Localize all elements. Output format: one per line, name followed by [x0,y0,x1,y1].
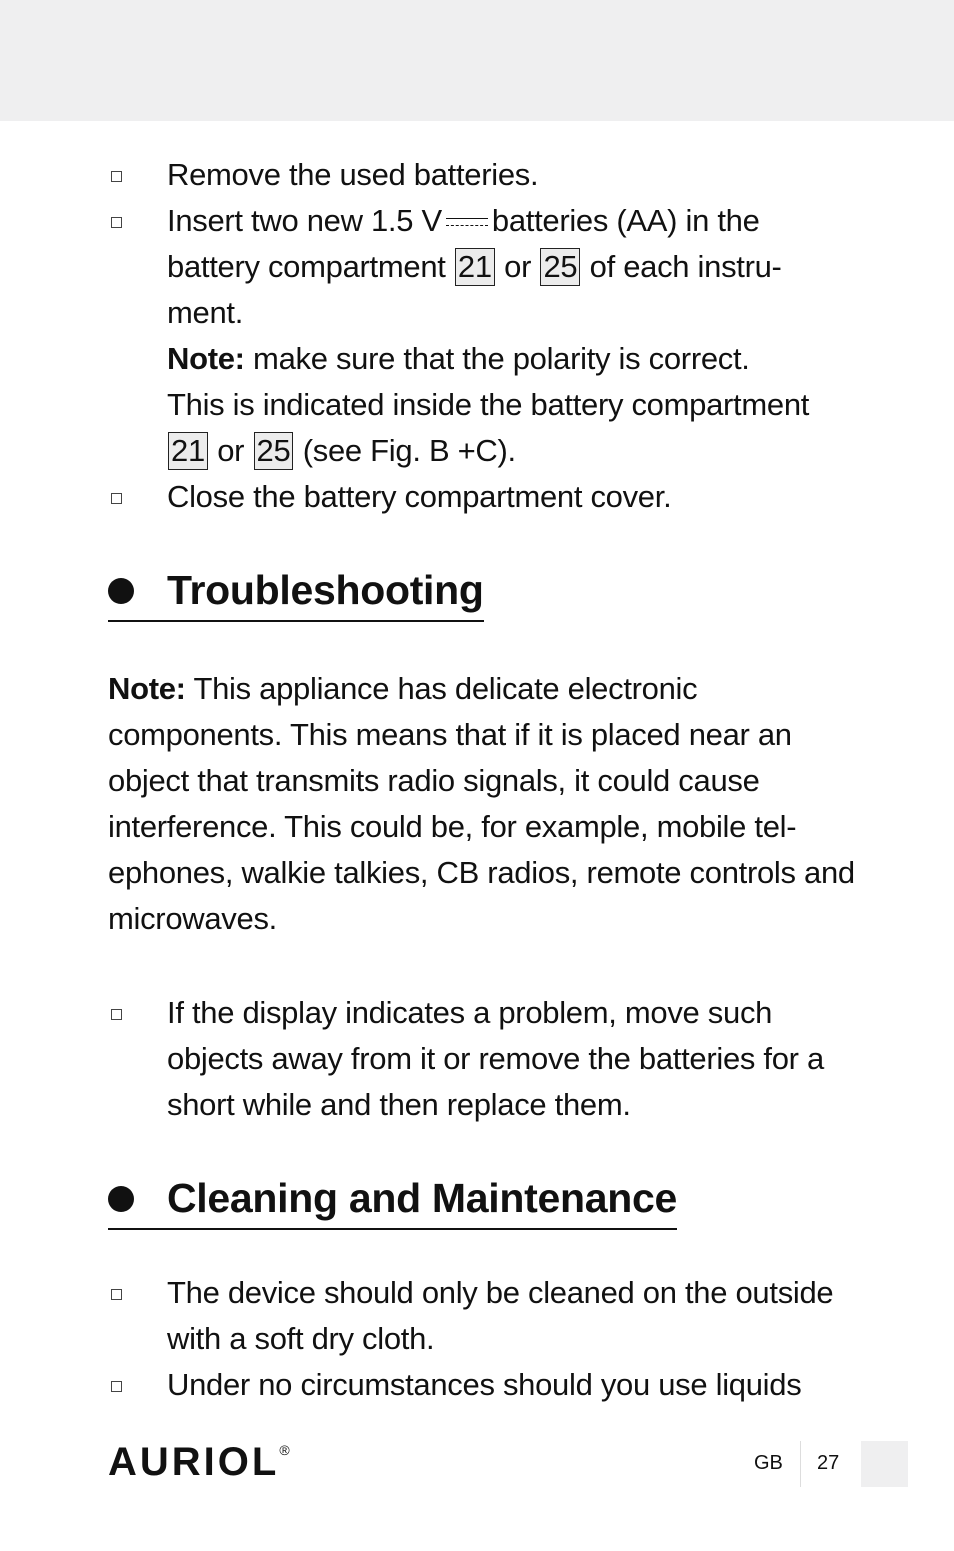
ref-number: 21 [168,432,208,470]
note-label: Note: [167,341,245,376]
language-code: GB [754,1452,783,1474]
item-text: Insert two new 1.5 V [167,203,442,238]
section-heading: Troubleshooting [108,562,484,622]
dc-symbol-icon [445,216,488,230]
ref-number: 25 [540,248,581,286]
item-text: Under no circumstances should you use li… [167,1367,802,1402]
item-text: If the display indicates a problem, move… [167,995,824,1122]
item-text: or [504,249,532,284]
item-text: of each instru- [589,249,782,284]
note-text: make sure that the polarity is correct. [253,341,750,376]
item-text: Close the battery compartment cover. [167,479,672,514]
bullet-dot-icon [108,1186,134,1212]
checkbox-bullet-icon [111,1009,122,1020]
list-item: If the display indicates a problem, move… [108,990,868,1128]
note-text: This appliance has delicate electronic c… [108,671,855,936]
item-text: ment. [167,295,244,330]
page-tab [861,1441,908,1487]
note-text: This is indicated inside the battery com… [167,387,810,422]
checkbox-bullet-icon [111,217,122,228]
heading-text: Cleaning and Maintenance [167,1175,677,1221]
checkbox-bullet-icon [111,1289,122,1300]
ref-number: 25 [253,432,294,470]
top-band [0,0,954,121]
registered-mark: ® [279,1442,293,1458]
checkbox-bullet-icon [111,493,122,504]
section-heading: Cleaning and Maintenance [108,1170,677,1230]
item-text: batteries (AA) in the [491,203,760,238]
brand-name: AURIOL [108,1440,280,1484]
item-text: Remove the used batteries. [167,157,539,192]
checkbox-bullet-icon [111,1381,122,1392]
item-text: battery compartment [167,249,446,284]
heading-text: Troubleshooting [167,567,484,613]
bullet-dot-icon [108,578,134,604]
list-item: Under no circumstances should you use li… [108,1362,868,1408]
note-text: or [217,433,245,468]
footer-divider [800,1441,801,1487]
item-text: The device should only be cleaned on the… [167,1275,834,1356]
page-content: Remove the used batteries. Insert two ne… [108,152,868,1408]
checkbox-bullet-icon [111,171,122,182]
note-label: Note: [108,671,186,706]
note-text: (see Fig. B +C). [302,433,516,468]
brand-logo: AURIOL® [108,1440,293,1485]
note-paragraph: Note: This appliance has delicate electr… [108,666,868,942]
list-item: Remove the used batteries. [108,152,868,198]
ref-number: 21 [454,248,495,286]
list-item: Insert two new 1.5 V batteries (AA) in th… [108,198,868,474]
list-item: Close the battery compartment cover. [108,474,868,520]
page-number: 27 [817,1452,840,1474]
list-item: The device should only be cleaned on the… [108,1270,868,1362]
